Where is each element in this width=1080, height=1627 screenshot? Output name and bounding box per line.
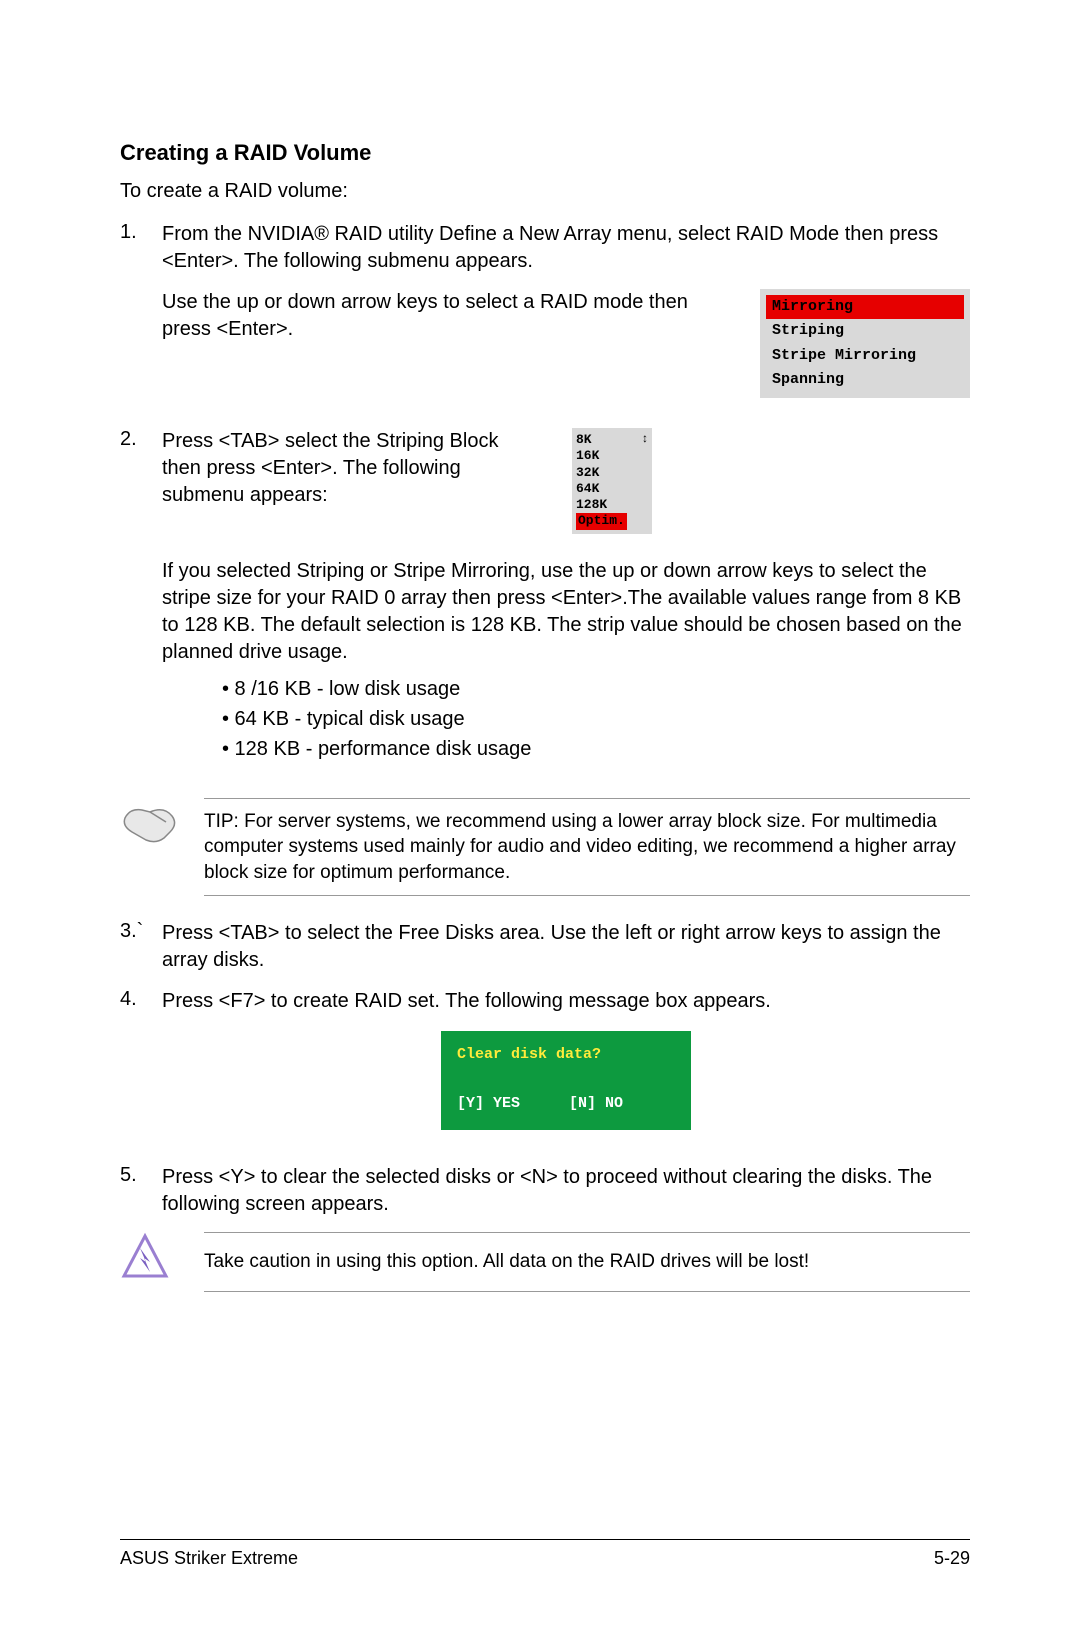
step-2-text-b: If you selected Striping or Stripe Mirro… <box>162 558 970 666</box>
stripe-8k[interactable]: 8K <box>576 432 634 448</box>
heading: Creating a RAID Volume <box>120 140 970 166</box>
bullet-low: • 8 /16 KB - low disk usage <box>222 674 970 704</box>
step-1-text-b: Use the up or down arrow keys to select … <box>162 289 730 343</box>
step-2-body: Press <TAB> select the Striping Block th… <box>162 428 970 784</box>
step-2-text-a: Press <TAB> select the Striping Block th… <box>162 428 502 509</box>
step-3-text: Press <TAB> to select the Free Disks are… <box>162 920 970 974</box>
hand-icon <box>120 798 204 853</box>
step-1: 1. From the NVIDIA® RAID utility Define … <box>120 221 970 398</box>
step-3: 3.` Press <TAB> to select the Free Disks… <box>120 920 970 974</box>
footer-page-number: 5-29 <box>934 1548 970 1569</box>
raid-mode-menu: Mirroring Striping Stripe Mirroring Span… <box>760 289 970 398</box>
page-footer: ASUS Striker Extreme 5-29 <box>120 1539 970 1569</box>
step-4-body: Press <F7> to create RAID set. The follo… <box>162 988 970 1150</box>
caution-text: Take caution in using this option. All d… <box>204 1232 970 1292</box>
intro-text: To create a RAID volume: <box>120 180 970 203</box>
stripe-16k[interactable]: 16K <box>576 448 634 464</box>
stripe-optimal[interactable]: Optim. <box>576 513 627 529</box>
bullet-performance: • 128 KB - performance disk usage <box>222 734 970 764</box>
step-4-number: 4. <box>120 988 162 1011</box>
stripe-32k[interactable]: 32K <box>576 465 634 481</box>
step-2-number: 2. <box>120 428 162 451</box>
stripe-128k[interactable]: 128K <box>576 497 634 513</box>
clear-disk-dialog: Clear disk data? [Y] YES [N] NO <box>441 1031 691 1130</box>
step-5-number: 5. <box>120 1164 162 1187</box>
tip-text: TIP: For server systems, we recommend us… <box>204 798 970 897</box>
step-1-text-a: From the NVIDIA® RAID utility Define a N… <box>162 221 970 275</box>
scroll-arrow-icon: ↕ <box>638 428 652 534</box>
step-1-number: 1. <box>120 221 162 244</box>
caution-icon <box>120 1232 204 1287</box>
dialog-title: Clear disk data? <box>457 1045 675 1065</box>
step-1-body: From the NVIDIA® RAID utility Define a N… <box>162 221 970 398</box>
page: Creating a RAID Volume To create a RAID … <box>0 0 1080 1627</box>
footer-product: ASUS Striker Extreme <box>120 1548 298 1569</box>
step-4: 4. Press <F7> to create RAID set. The fo… <box>120 988 970 1150</box>
tip-note: TIP: For server systems, we recommend us… <box>120 798 970 897</box>
raid-mode-spanning[interactable]: Spanning <box>766 368 964 392</box>
stripe-64k[interactable]: 64K <box>576 481 634 497</box>
dialog-no[interactable]: [N] NO <box>569 1095 623 1112</box>
raid-mode-stripe-mirroring[interactable]: Stripe Mirroring <box>766 344 964 368</box>
stripe-size-menu: 8K 16K 32K 64K 128K Optim. ↕ <box>572 428 652 534</box>
step-3-number: 3.` <box>120 920 162 943</box>
stripe-size-bullets: • 8 /16 KB - low disk usage • 64 KB - ty… <box>222 674 970 764</box>
step-4-text: Press <F7> to create RAID set. The follo… <box>162 988 970 1015</box>
caution-note: Take caution in using this option. All d… <box>120 1232 970 1292</box>
bullet-typical: • 64 KB - typical disk usage <box>222 704 970 734</box>
raid-mode-mirroring[interactable]: Mirroring <box>766 295 964 319</box>
step-5: 5. Press <Y> to clear the selected disks… <box>120 1164 970 1218</box>
dialog-yes[interactable]: [Y] YES <box>457 1095 520 1112</box>
step-2: 2. Press <TAB> select the Striping Block… <box>120 428 970 784</box>
step-5-text: Press <Y> to clear the selected disks or… <box>162 1164 970 1218</box>
raid-mode-striping[interactable]: Striping <box>766 319 964 343</box>
